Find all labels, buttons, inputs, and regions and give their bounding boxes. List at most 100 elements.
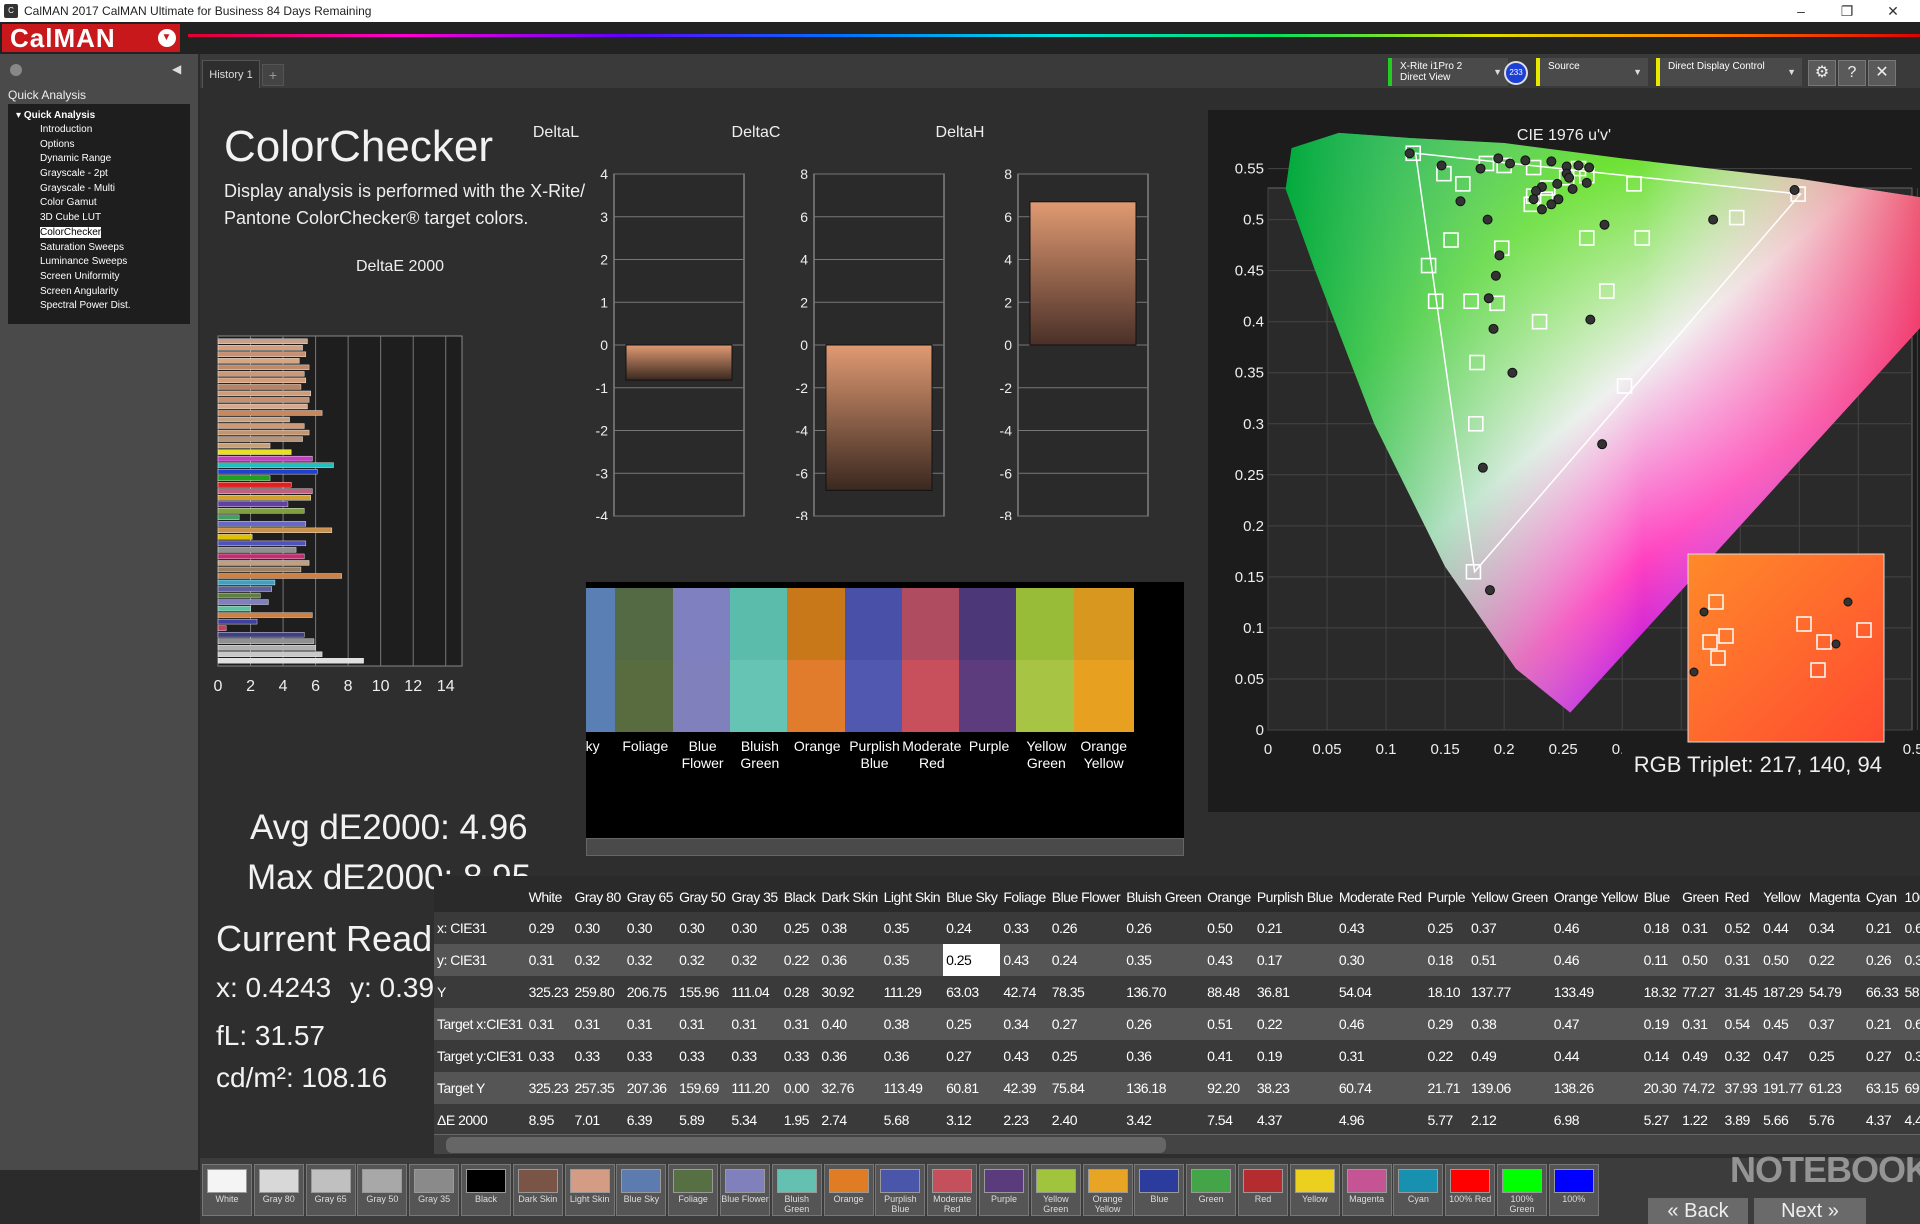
column-header[interactable]: Orange <box>1204 876 1254 912</box>
table-cell[interactable]: 0.32 <box>728 944 780 976</box>
color-swatch[interactable]: Moderate Red <box>901 588 962 848</box>
table-cell[interactable]: 0.21 <box>1863 912 1902 944</box>
table-cell[interactable]: 0.37 <box>1806 1008 1863 1040</box>
table-cell[interactable]: 0.22 <box>1254 1008 1336 1040</box>
table-cell[interactable]: 0.43 <box>1336 912 1425 944</box>
color-swatch[interactable]: Orange <box>787 588 848 848</box>
table-cell[interactable]: 2.12 <box>1468 1104 1551 1136</box>
table-cell[interactable]: 0.36 <box>818 1040 880 1072</box>
table-cell[interactable]: 0.49 <box>1679 1040 1721 1072</box>
table-cell[interactable]: 0.28 <box>781 976 819 1008</box>
add-tab-button[interactable]: + <box>262 64 284 86</box>
table-cell[interactable]: 0.24 <box>1049 944 1123 976</box>
settings-button[interactable]: ⚙ <box>1808 60 1836 86</box>
table-cell[interactable]: 5.68 <box>881 1104 943 1136</box>
table-cell[interactable]: 191.77 <box>1760 1072 1806 1104</box>
meter-select[interactable]: X-Rite i1Pro 2 Direct View ▼ <box>1388 58 1508 86</box>
color-patch-button[interactable]: Bluish Green <box>771 1164 822 1216</box>
scrollbar-thumb[interactable] <box>446 1137 1166 1153</box>
table-cell[interactable]: 0.22 <box>781 944 819 976</box>
table-cell[interactable]: 1.95 <box>781 1104 819 1136</box>
nav-item[interactable]: Grayscale - 2pt <box>16 167 190 182</box>
table-cell[interactable]: 0.41 <box>1204 1040 1254 1072</box>
table-cell[interactable]: 4.37 <box>1254 1104 1336 1136</box>
table-cell[interactable]: 0.22 <box>1806 944 1863 976</box>
table-cell[interactable]: 4.96 <box>1336 1104 1425 1136</box>
column-header[interactable]: Gray 65 <box>623 876 677 912</box>
table-cell[interactable]: 0.51 <box>1204 1008 1254 1040</box>
table-cell[interactable]: 0.44 <box>1760 912 1806 944</box>
table-cell[interactable]: 0.31 <box>1679 1008 1721 1040</box>
table-cell[interactable]: 0.31 <box>526 944 572 976</box>
table-cell[interactable]: 207.36 <box>624 1072 676 1104</box>
table-cell[interactable]: 78.35 <box>1049 976 1123 1008</box>
table-cell[interactable]: 5.76 <box>1806 1104 1863 1136</box>
table-cell[interactable]: 63.15 <box>1863 1072 1902 1104</box>
color-patch-button[interactable]: 100% <box>1548 1164 1599 1216</box>
table-cell[interactable]: 136.18 <box>1123 1072 1204 1104</box>
table-cell[interactable]: 0.36 <box>818 944 880 976</box>
table-cell[interactable]: 21.71 <box>1425 1072 1468 1104</box>
close-window-button[interactable]: ✕ <box>1870 0 1916 22</box>
color-patch-button[interactable]: Gray 80 <box>253 1164 304 1216</box>
close-panel-button[interactable]: ✕ <box>1868 60 1896 86</box>
color-patch-button[interactable]: Yellow <box>1289 1164 1340 1216</box>
table-cell[interactable]: 5.34 <box>728 1104 780 1136</box>
nav-item[interactable]: ColorChecker <box>16 226 190 241</box>
color-swatch[interactable]: Sky <box>586 588 618 848</box>
table-cell[interactable]: 60.81 <box>943 1072 1000 1104</box>
table-cell[interactable]: 42.74 <box>1000 976 1048 1008</box>
table-cell[interactable]: 0.43 <box>1000 944 1048 976</box>
table-cell[interactable]: 0.38 <box>818 912 880 944</box>
table-cell[interactable]: 2.74 <box>818 1104 880 1136</box>
column-header[interactable]: White <box>525 876 572 912</box>
table-cell[interactable]: 0.25 <box>1049 1040 1123 1072</box>
color-patch-button[interactable]: Moderate Red <box>927 1164 978 1216</box>
color-patch-button[interactable]: Purple <box>979 1164 1029 1216</box>
table-cell[interactable]: 111.04 <box>728 976 780 1008</box>
column-header[interactable]: Purplish Blue <box>1253 876 1336 912</box>
table-cell[interactable]: 139.06 <box>1468 1072 1551 1104</box>
table-cell[interactable]: 69.16 <box>1901 1072 1920 1104</box>
table-cell[interactable]: 0.33 <box>526 1040 572 1072</box>
table-cell[interactable]: 0.35 <box>1123 944 1204 976</box>
collapse-panel-icon[interactable]: ◀ <box>172 62 181 76</box>
color-patch-button[interactable]: Blue Flower <box>720 1164 770 1216</box>
table-cell[interactable]: 325.23 <box>526 976 572 1008</box>
nav-item[interactable]: Screen Uniformity <box>16 270 190 285</box>
table-cell[interactable]: 5.89 <box>676 1104 728 1136</box>
table-cell[interactable]: 0.37 <box>1468 912 1551 944</box>
table-cell[interactable]: 5.27 <box>1641 1104 1680 1136</box>
table-cell[interactable]: 0.43 <box>1000 1040 1048 1072</box>
table-cell[interactable]: 0.64 <box>1901 912 1920 944</box>
row-label[interactable]: x: CIE31 <box>434 912 526 944</box>
table-cell[interactable]: 6.98 <box>1551 1104 1641 1136</box>
table-cell[interactable]: 0.30 <box>1336 944 1425 976</box>
column-header[interactable]: Blue Flower <box>1048 876 1124 912</box>
table-cell[interactable]: 60.74 <box>1336 1072 1425 1104</box>
nav-item[interactable]: Options <box>16 138 190 153</box>
color-patch-button[interactable]: White <box>202 1164 252 1216</box>
table-cell[interactable]: 0.31 <box>526 1008 572 1040</box>
color-swatch[interactable]: Purple <box>959 588 1020 848</box>
table-cell[interactable]: 4.49 <box>1901 1104 1920 1136</box>
column-header[interactable]: Purple <box>1424 876 1469 912</box>
color-patch-button[interactable]: Foliage <box>668 1164 719 1216</box>
color-patch-button[interactable]: Red <box>1238 1164 1288 1216</box>
column-header[interactable]: Blue Sky <box>943 876 1001 912</box>
color-swatch[interactable]: Purplish Blue <box>844 588 905 848</box>
tree-root[interactable]: ▾ Quick Analysis <box>16 110 190 121</box>
table-cell[interactable]: 0.17 <box>1254 944 1336 976</box>
table-cell[interactable]: 0.25 <box>1806 1040 1863 1072</box>
table-cell[interactable]: 0.32 <box>624 944 676 976</box>
table-cell[interactable]: 0.52 <box>1722 912 1761 944</box>
column-header[interactable]: Moderate Red <box>1335 876 1425 912</box>
table-cell[interactable]: 0.31 <box>728 1008 780 1040</box>
table-cell[interactable]: 0.50 <box>1679 944 1721 976</box>
column-header[interactable]: Cyan <box>1862 876 1902 912</box>
table-cell[interactable]: 0.64 <box>1901 1008 1920 1040</box>
color-patch-button[interactable]: Yellow Green <box>1030 1164 1081 1216</box>
column-header[interactable]: Dark Skin <box>818 876 881 912</box>
table-cell[interactable]: 0.25 <box>781 912 819 944</box>
table-cell[interactable]: 66.33 <box>1863 976 1902 1008</box>
